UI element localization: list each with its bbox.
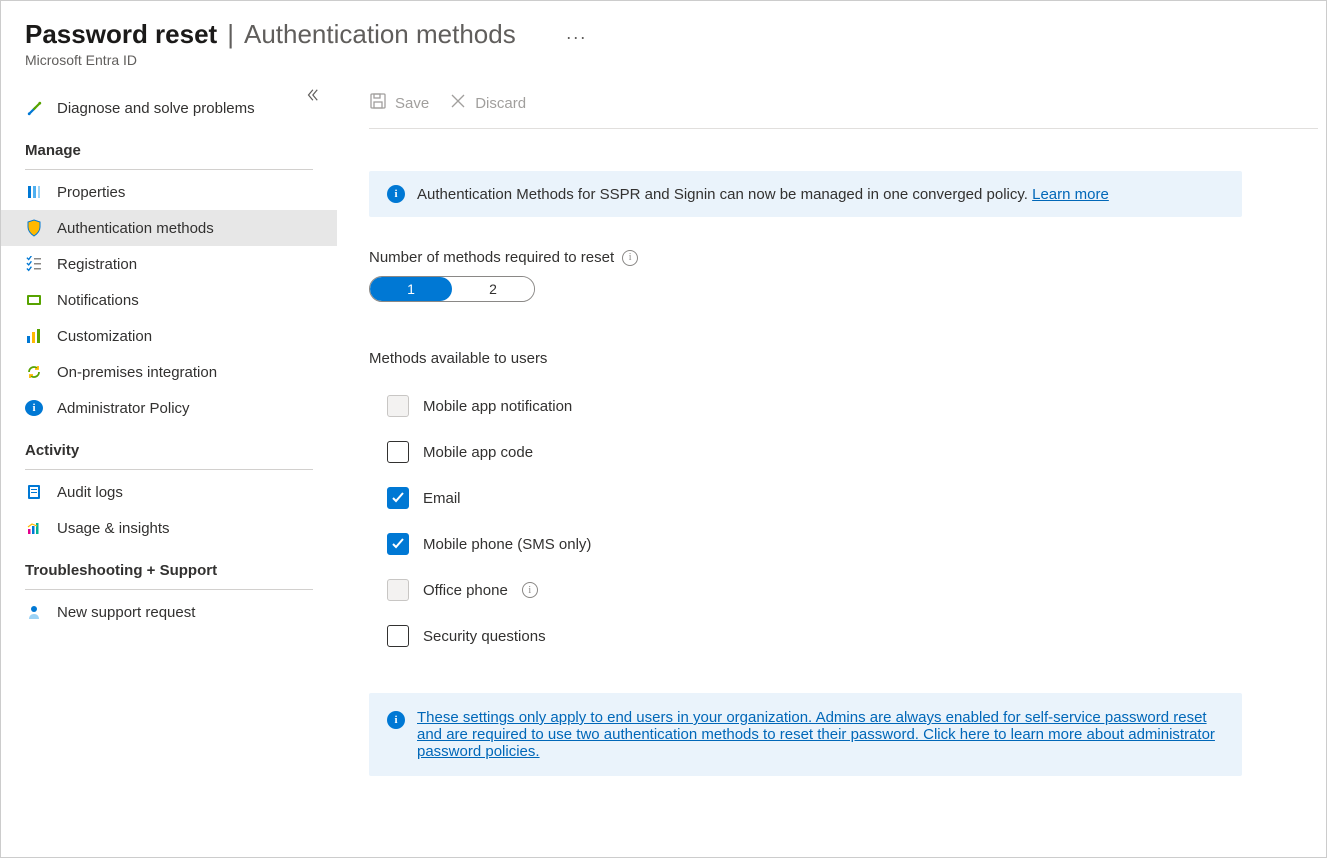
sidebar-item-label: Authentication methods	[57, 220, 214, 237]
sidebar-group-activity: Activity	[1, 426, 337, 465]
info-icon: i	[25, 399, 43, 417]
collapse-sidebar-button[interactable]	[301, 84, 323, 106]
checkbox-sms[interactable]	[387, 533, 409, 555]
num-required-label: Number of methods required to reset	[369, 249, 614, 266]
sidebar-item-label: Customization	[57, 328, 152, 345]
info-banner-bottom: i These settings only apply to end users…	[369, 693, 1242, 776]
page-header: Password reset | Authentication methods …	[1, 1, 1326, 74]
checkbox-email[interactable]	[387, 487, 409, 509]
chart-icon	[25, 519, 43, 537]
sidebar-item-label: Notifications	[57, 292, 139, 309]
discard-label: Discard	[475, 95, 526, 112]
method-label: Mobile app code	[423, 444, 533, 461]
sidebar-item-onprem[interactable]: On-premises integration	[1, 354, 337, 390]
sidebar-item-usage[interactable]: Usage & insights	[1, 510, 337, 546]
sidebar-item-label: Diagnose and solve problems	[57, 100, 255, 117]
page-subtitle: Microsoft Entra ID	[25, 52, 1302, 68]
divider	[25, 589, 313, 590]
learn-more-link[interactable]: Learn more	[1032, 186, 1109, 203]
more-actions-button[interactable]: ···	[560, 27, 593, 48]
sidebar-item-label: Usage & insights	[57, 520, 170, 537]
sync-icon	[25, 363, 43, 381]
save-icon	[369, 92, 387, 114]
info-icon: i	[387, 711, 405, 729]
content-pane: Save Discard i Authentication Methods fo…	[337, 82, 1326, 776]
save-button[interactable]: Save	[369, 92, 429, 114]
sidebar-item-label: Audit logs	[57, 484, 123, 501]
sidebar-item-label: On-premises integration	[57, 364, 217, 381]
sidebar-item-properties[interactable]: Properties	[1, 174, 337, 210]
sidebar-item-label: Administrator Policy	[57, 400, 190, 417]
checkbox-app_code[interactable]	[387, 441, 409, 463]
sidebar-item-support[interactable]: New support request	[1, 594, 337, 630]
toggle-option-2[interactable]: 2	[452, 277, 534, 301]
divider	[25, 169, 313, 170]
method-label: Security questions	[423, 628, 546, 645]
divider	[25, 469, 313, 470]
help-icon[interactable]: i	[522, 582, 538, 598]
info-banner-top: i Authentication Methods for SSPR and Si…	[369, 171, 1242, 217]
sidebar-item-registration[interactable]: Registration	[1, 246, 337, 282]
checklist-icon	[25, 255, 43, 273]
method-label: Mobile app notification	[423, 398, 572, 415]
num-required-toggle: 1 2	[369, 276, 535, 302]
method-label: Email	[423, 490, 461, 507]
method-label: Office phone	[423, 582, 508, 599]
sidebar-group-support: Troubleshooting + Support	[1, 546, 337, 585]
toolbar: Save Discard	[369, 86, 1318, 129]
customization-icon	[25, 327, 43, 345]
close-icon	[449, 92, 467, 114]
sidebar-item-label: New support request	[57, 604, 195, 621]
sidebar-group-manage: Manage	[1, 126, 337, 165]
checkbox-app_notif	[387, 395, 409, 417]
methods-list: Mobile app notification Mobile app code Em…	[369, 383, 1326, 659]
discard-button[interactable]: Discard	[449, 92, 526, 114]
checkbox-secq[interactable]	[387, 625, 409, 647]
sidebar-item-notifications[interactable]: Notifications	[1, 282, 337, 318]
banner-text: Authentication Methods for SSPR and Sign…	[417, 186, 1109, 203]
method-item-app_notif: Mobile app notification	[369, 383, 1326, 429]
wrench-icon	[25, 99, 43, 117]
method-label: Mobile phone (SMS only)	[423, 536, 591, 553]
method-item-office: Office phone i	[369, 567, 1326, 613]
checkbox-office	[387, 579, 409, 601]
toggle-option-1[interactable]: 1	[370, 277, 452, 301]
methods-label: Methods available to users	[369, 350, 547, 367]
shield-icon	[25, 219, 43, 237]
method-item-sms: Mobile phone (SMS only)	[369, 521, 1326, 567]
title-separator: |	[227, 19, 234, 50]
page-title: Password reset | Authentication methods …	[25, 19, 1302, 50]
sidebar-item-label: Registration	[57, 256, 137, 273]
methods-available-row: Methods available to users	[369, 350, 1326, 367]
log-icon	[25, 483, 43, 501]
method-item-email: Email	[369, 475, 1326, 521]
sidebar-item-auditlogs[interactable]: Audit logs	[1, 474, 337, 510]
properties-icon	[25, 183, 43, 201]
title-main: Password reset	[25, 19, 217, 50]
info-icon: i	[387, 185, 405, 203]
sidebar-item-label: Properties	[57, 184, 125, 201]
sidebar-item-diagnose[interactable]: Diagnose and solve problems	[1, 90, 337, 126]
method-item-app_code: Mobile app code	[369, 429, 1326, 475]
sidebar-item-adminpolicy[interactable]: i Administrator Policy	[1, 390, 337, 426]
num-required-row: Number of methods required to reset i	[369, 249, 1326, 266]
title-section: Authentication methods	[244, 19, 516, 50]
megaphone-icon	[25, 291, 43, 309]
sidebar-item-customization[interactable]: Customization	[1, 318, 337, 354]
sidebar: Diagnose and solve problems Manage Prope…	[1, 82, 337, 776]
save-label: Save	[395, 95, 429, 112]
admin-policy-link[interactable]: These settings only apply to end users i…	[417, 709, 1224, 760]
sidebar-item-authentication-methods[interactable]: Authentication methods	[1, 210, 337, 246]
method-item-secq: Security questions	[369, 613, 1326, 659]
help-icon[interactable]: i	[622, 250, 638, 266]
support-icon	[25, 603, 43, 621]
